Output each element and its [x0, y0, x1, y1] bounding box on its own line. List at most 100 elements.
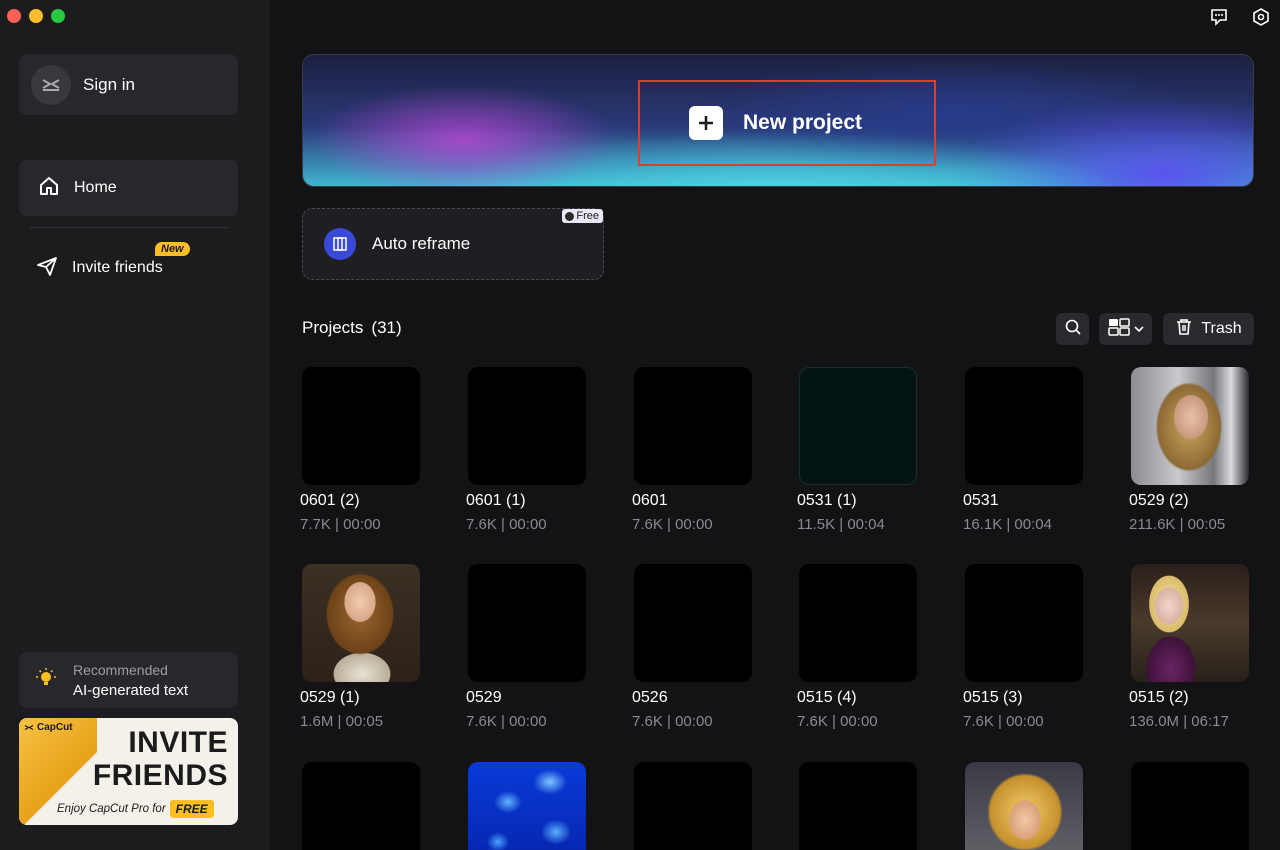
- project-thumbnail: [302, 762, 420, 850]
- new-badge: New: [155, 242, 190, 256]
- sidebar-divider: [30, 227, 227, 228]
- trash-button[interactable]: Trash: [1163, 313, 1254, 345]
- sign-in-button[interactable]: Sign in: [19, 54, 238, 115]
- grid-view-icon: [1108, 318, 1130, 341]
- settings-icon[interactable]: [1250, 6, 1272, 28]
- project-name: 0526: [632, 689, 752, 707]
- project-thumbnail-jellyfish: [468, 762, 586, 850]
- lightbulb-icon: [35, 667, 57, 694]
- project-meta: 7.7K | 00:00: [300, 516, 420, 533]
- window-controls: [7, 9, 65, 23]
- project-card[interactable]: 0515 (3) 7.6K | 00:00: [963, 564, 1083, 730]
- invite-friends-banner[interactable]: CapCut INVITE FRIENDS Enjoy CapCut Pro f…: [19, 718, 238, 825]
- project-meta: 7.6K | 00:00: [466, 713, 586, 730]
- projects-heading: Projects(31): [302, 318, 402, 338]
- sidebar-item-label: Invite friends: [72, 259, 163, 277]
- maximize-window-button[interactable]: [51, 9, 65, 23]
- project-meta: 7.6K | 00:00: [963, 713, 1083, 730]
- project-card[interactable]: 0601 (2) 7.7K | 00:00: [300, 367, 420, 533]
- banner-brand: CapCut: [24, 722, 73, 733]
- capcut-logo-icon: [31, 65, 71, 105]
- project-thumbnail-animated: [1131, 564, 1249, 682]
- sidebar: Sign in Home Invite friends New Recommen…: [0, 0, 270, 850]
- project-card[interactable]: [466, 762, 586, 850]
- sidebar-item-home[interactable]: Home: [19, 160, 238, 216]
- project-card[interactable]: 0601 7.6K | 00:00: [632, 367, 752, 533]
- project-thumbnail: [634, 762, 752, 850]
- banner-tagline: Enjoy CapCut Pro for FREE: [57, 800, 214, 818]
- project-meta: 7.6K | 00:00: [632, 713, 752, 730]
- project-thumbnail: [1131, 762, 1249, 850]
- project-name: 0515 (2): [1129, 689, 1249, 707]
- sidebar-item-label: Home: [74, 179, 117, 197]
- project-meta: 11.5K | 00:04: [797, 516, 917, 533]
- project-card[interactable]: 0515 (2) 136.0M | 06:17: [1129, 564, 1249, 730]
- project-meta: 7.6K | 00:00: [466, 516, 586, 533]
- trash-label: Trash: [1201, 320, 1241, 338]
- project-card[interactable]: [963, 762, 1083, 850]
- project-card[interactable]: 0531 (1) 11.5K | 00:04: [797, 367, 917, 533]
- project-card[interactable]: [300, 762, 420, 850]
- chevron-down-icon: [1134, 320, 1144, 338]
- project-thumbnail: [468, 564, 586, 682]
- project-card[interactable]: 0529 (1) 1.6M | 00:05: [300, 564, 420, 730]
- project-card[interactable]: [797, 762, 917, 850]
- trash-icon: [1175, 318, 1193, 341]
- auto-reframe-button[interactable]: Auto reframe Free: [302, 208, 604, 280]
- project-card[interactable]: 0529 (2) 211.6K | 00:05: [1129, 367, 1249, 533]
- project-meta: 136.0M | 06:17: [1129, 713, 1249, 730]
- project-card[interactable]: [1129, 762, 1249, 850]
- minimize-window-button[interactable]: [29, 9, 43, 23]
- project-name: 0515 (4): [797, 689, 917, 707]
- project-card[interactable]: 0601 (1) 7.6K | 00:00: [466, 367, 586, 533]
- project-meta: 7.6K | 00:00: [797, 713, 917, 730]
- reframe-icon: [324, 228, 356, 260]
- project-thumbnail: [634, 367, 752, 485]
- project-name: 0529 (2): [1129, 492, 1249, 510]
- project-card[interactable]: 0515 (4) 7.6K | 00:00: [797, 564, 917, 730]
- project-name: 0601 (1): [466, 492, 586, 510]
- project-name: 0529: [466, 689, 586, 707]
- project-thumbnail-portrait: [1131, 367, 1249, 485]
- view-mode-dropdown[interactable]: [1099, 313, 1152, 345]
- project-meta: 211.6K | 00:05: [1129, 516, 1249, 533]
- project-card[interactable]: 0531 16.1K | 00:04: [963, 367, 1083, 533]
- project-card[interactable]: [632, 762, 752, 850]
- search-icon: [1064, 318, 1082, 341]
- search-button[interactable]: [1056, 313, 1089, 345]
- project-card[interactable]: 0529 7.6K | 00:00: [466, 564, 586, 730]
- project-meta: 16.1K | 00:04: [963, 516, 1083, 533]
- close-window-button[interactable]: [7, 9, 21, 23]
- recommended-label: Recommended: [73, 662, 188, 678]
- project-name: 0531 (1): [797, 492, 917, 510]
- project-thumbnail: [302, 367, 420, 485]
- feedback-icon[interactable]: [1208, 6, 1230, 28]
- auto-reframe-label: Auto reframe: [372, 234, 470, 254]
- sign-in-label: Sign in: [83, 75, 135, 95]
- project-name: 0601: [632, 492, 752, 510]
- banner-headline: INVITE FRIENDS: [93, 726, 228, 792]
- project-thumbnail: [965, 564, 1083, 682]
- project-meta: 1.6M | 00:05: [300, 713, 420, 730]
- project-name: 0601 (2): [300, 492, 420, 510]
- banner-free-badge: FREE: [170, 800, 214, 818]
- plus-icon: [689, 106, 723, 140]
- paper-plane-icon: [36, 255, 58, 282]
- project-meta: 7.6K | 00:00: [632, 516, 752, 533]
- project-thumbnail: [468, 367, 586, 485]
- project-name: 0529 (1): [300, 689, 420, 707]
- recommended-item: AI-generated text: [73, 682, 188, 699]
- project-thumbnail: [965, 367, 1083, 485]
- project-thumbnail-portrait: [302, 564, 420, 682]
- recommended-ai-text-card[interactable]: Recommended AI-generated text: [19, 652, 238, 708]
- new-project-button[interactable]: New project: [638, 80, 936, 166]
- free-badge: Free: [562, 209, 603, 223]
- new-project-label: New project: [743, 111, 862, 135]
- sidebar-item-invite-friends[interactable]: Invite friends New: [36, 248, 236, 288]
- free-dot-icon: [565, 212, 574, 221]
- project-thumbnail: [634, 564, 752, 682]
- project-thumbnail: [799, 564, 917, 682]
- home-icon: [38, 176, 60, 201]
- project-card[interactable]: 0526 7.6K | 00:00: [632, 564, 752, 730]
- project-name: 0531: [963, 492, 1083, 510]
